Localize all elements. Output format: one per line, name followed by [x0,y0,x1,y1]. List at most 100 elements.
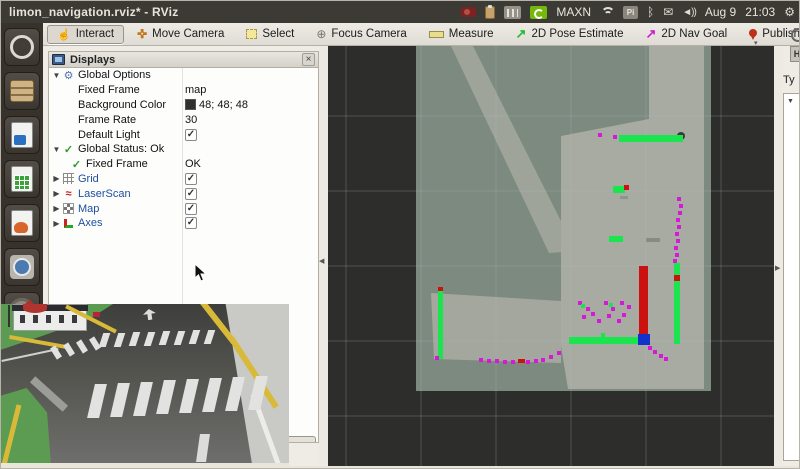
property-label[interactable]: Default Light [78,129,140,141]
tool-measure[interactable]: Measure [420,25,503,44]
laser-point-magenta [677,225,681,229]
views-list[interactable] [783,93,800,461]
laser-point-magenta [659,354,663,358]
property-value[interactable]: 30 [185,114,197,126]
laser-segment-green [609,236,623,242]
tool-select[interactable]: Select [237,25,303,44]
property-label[interactable]: Map [78,203,99,215]
laser-point-magenta [549,355,553,359]
left-splitter[interactable] [319,46,328,466]
expander-icon[interactable]: ▶ [52,219,61,228]
expander-icon[interactable]: ▶ [52,189,61,198]
displays-monitor-icon [52,54,65,65]
laser-point-magenta [557,351,561,355]
property-label[interactable]: Background Color [78,99,166,111]
property-value[interactable]: ✓ [185,173,197,185]
expander-icon[interactable]: ▼ [52,145,61,154]
tree-row[interactable]: ▶≈LaserScan✓ [49,186,318,201]
property-label[interactable]: Fixed Frame [78,84,140,96]
selection-box-icon [246,29,257,39]
date-label[interactable]: Aug 9 [705,5,736,19]
launcher-software[interactable] [4,248,40,286]
property-label[interactable]: Frame Rate [78,114,136,126]
value-text: map [185,84,206,96]
tree-row[interactable]: ▶ Axes ✓ [49,216,318,231]
expander-icon[interactable]: ▼ [52,71,61,80]
close-icon[interactable]: × [302,53,315,66]
launcher-writer[interactable] [4,116,40,154]
tool-label: Focus Camera [331,28,406,40]
tool-interact[interactable]: ☝Interact [47,25,124,44]
launcher-impress[interactable] [4,204,40,242]
property-value[interactable]: ✓ [185,188,197,200]
screen-record-icon[interactable] [461,7,476,17]
session-gear-icon[interactable]: ⚙ [784,6,795,18]
checkbox[interactable]: ✓ [185,129,197,141]
tool-move-camera[interactable]: ✜Move Camera [128,25,233,44]
crosswalk-stripe [204,330,216,344]
tool-focus-camera[interactable]: ⊕Focus Camera [307,25,415,44]
lane-arrow-marking [142,308,156,321]
nvidia-icon[interactable] [530,6,547,19]
crosswalk-stripe [114,333,126,347]
checkbox[interactable]: ✓ [185,173,197,185]
property-value[interactable]: OK [185,158,201,170]
tree-row[interactable]: ✓Fixed Frame OK [49,157,318,172]
laser-point-magenta [511,360,515,364]
toolbar-extra-icon[interactable] [791,28,800,42]
launcher-ubuntu[interactable] [4,28,40,66]
laser-point-magenta [675,253,679,257]
gpu-mode-label[interactable]: MAXN [556,5,591,19]
hand-pointer-icon: ☝ [57,28,71,41]
bluetooth-icon[interactable]: ᛒ [647,6,654,18]
3d-viewport[interactable] [328,46,774,466]
checkbox[interactable]: ✓ [185,203,197,215]
property-value[interactable]: ✓ [185,129,197,141]
tool-2d-nav-goal[interactable]: ↗2D Nav Goal [637,25,737,44]
laser-point-magenta [613,135,617,139]
tree-row[interactable]: Background Color 48; 48; 48 [49,98,318,113]
property-label[interactable]: Grid [78,173,99,185]
status-ok-icon: ✓ [69,158,84,171]
clipboard-icon[interactable] [485,6,495,19]
checkbox[interactable]: ✓ [185,188,197,200]
tree-row[interactable]: Frame Rate 30 [49,112,318,127]
tool-2d-pose-estimate[interactable]: ↗2D Pose Estimate [507,25,633,44]
expander-icon[interactable]: ▶ [52,174,61,183]
displays-panel-titlebar[interactable]: Displays × [48,51,319,68]
tree-row[interactable]: Fixed Frame map [49,83,318,98]
volume-icon[interactable]: ◄)) [682,7,696,18]
laser-segment-green [569,337,644,344]
camera-image-window[interactable] [1,304,289,463]
laser-point-magenta [673,259,677,263]
property-value[interactable]: map [185,84,206,96]
keyboard-indicator-icon[interactable] [504,6,521,19]
property-label[interactable]: Global Status: Ok [78,143,164,155]
color-swatch [185,99,196,110]
laser-point-magenta [676,218,680,222]
property-value[interactable]: 48; 48; 48 [185,99,248,111]
crosswalk-stripe [133,382,153,416]
views-hide-button[interactable]: H [790,46,800,62]
launcher-calc[interactable] [4,160,40,198]
tree-row[interactable]: ▼✓Global Status: Ok [49,142,318,157]
tree-row[interactable]: Default Light ✓ [49,127,318,142]
mail-icon[interactable]: ✉ [663,6,673,18]
property-label[interactable]: Axes [78,217,102,229]
expander-icon[interactable]: ▶ [52,204,61,213]
property-value[interactable]: ✓ [185,203,197,215]
right-splitter[interactable] [774,46,782,466]
launcher-files[interactable] [4,72,40,110]
tree-row[interactable]: ▶ Map ✓ [49,201,318,216]
tree-row[interactable]: ▶ Grid ✓ [49,172,318,187]
checkbox[interactable]: ✓ [185,217,197,229]
pi-indicator-icon[interactable]: Pi [623,6,638,19]
property-value[interactable]: ✓ [185,217,197,229]
property-label[interactable]: Global Options [78,69,151,81]
tree-row[interactable]: ▼⚙Global Options [49,68,318,83]
property-label[interactable]: Fixed Frame [86,158,148,170]
property-label[interactable]: LaserScan [78,188,131,200]
clock-label[interactable]: 21:03 [745,5,775,19]
sign-pole [8,305,10,327]
wifi-icon[interactable] [600,7,614,18]
